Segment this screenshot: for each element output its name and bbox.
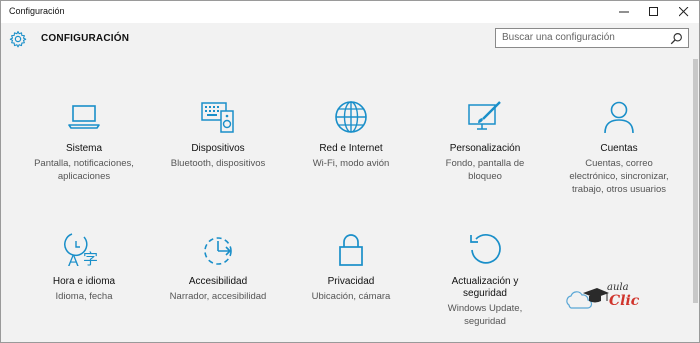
tile-desc: Bluetooth, dispositivos [170, 158, 266, 169]
scrollbar[interactable] [693, 59, 698, 303]
tile-cuentas[interactable]: Cuentas Cuentas, correo electrónico, sinc… [557, 97, 681, 196]
tile-red-internet[interactable]: Red e Internet Wi-Fi, modo avión [289, 97, 413, 170]
minimize-button[interactable] [609, 1, 639, 23]
page-title: CONFIGURACIÓN [41, 33, 130, 44]
tile-label: Dispositivos [191, 143, 245, 154]
tile-label: Personalización [449, 143, 521, 154]
settings-window: Configuración CONFIGURACIÓN Buscar una c… [0, 0, 700, 343]
logo-text-aula: aula [607, 282, 629, 293]
gear-icon [9, 30, 27, 48]
aulaclic-logo: aula Clic [563, 282, 647, 311]
laptop-icon [68, 105, 100, 129]
tile-label: Accesibilidad [188, 276, 248, 287]
search-icon[interactable] [670, 32, 683, 45]
window-title: Configuración [9, 6, 65, 16]
close-button[interactable] [669, 1, 699, 23]
svg-text:字: 字 [83, 250, 98, 268]
tile-desc: Ubicación, cámara [311, 291, 391, 302]
tile-personalizacion[interactable]: Personalización Fondo, pantalla de bloque… [423, 97, 547, 183]
tile-hora-idioma[interactable]: A 字 Hora e idioma Idioma, fecha [22, 230, 146, 303]
tile-desc: Narrador, accesibilidad [169, 291, 267, 302]
tile-label: Hora e idioma [52, 276, 116, 287]
minimize-icon [619, 11, 629, 13]
tile-label: Sistema [65, 143, 103, 154]
tile-label: Cuentas [600, 143, 638, 154]
cloud-cap-icon [566, 288, 609, 309]
user-icon [604, 101, 634, 134]
title-bar: Configuración [1, 1, 699, 23]
logo-text-clic: Clic [609, 293, 640, 309]
close-icon [679, 7, 689, 17]
search-input[interactable] [502, 32, 662, 43]
tile-label: Privacidad [327, 276, 375, 287]
tile-desc: Fondo, pantalla de bloqueo [445, 158, 525, 182]
refresh-icon [470, 234, 501, 264]
maximize-icon [649, 7, 658, 16]
globe-icon [335, 101, 367, 133]
lock-icon [339, 234, 363, 266]
tile-label: Actualización y seguridad [451, 276, 519, 299]
tile-dispositivos[interactable]: Dispositivos Bluetooth, dispositivos [156, 97, 280, 170]
svg-text:A: A [68, 253, 79, 270]
devices-icon [201, 102, 234, 133]
search-box[interactable] [495, 28, 689, 48]
time-language-icon: A 字 [64, 233, 98, 270]
tile-desc: Cuentas, correo electrónico, sincronizar,… [569, 158, 669, 195]
maximize-button[interactable] [639, 1, 669, 23]
tile-desc: Idioma, fecha [55, 291, 113, 302]
personalization-icon [468, 101, 501, 130]
tile-desc: Pantalla, notificaciones, aplicaciones [34, 158, 134, 182]
tile-accesibilidad[interactable]: Accesibilidad Narrador, accesibilidad [156, 230, 280, 303]
tile-privacidad[interactable]: Privacidad Ubicación, cámara [289, 230, 413, 303]
tile-desc: Windows Update, seguridad [447, 303, 523, 327]
tile-desc: Wi-Fi, modo avión [312, 158, 390, 169]
tile-label: Red e Internet [319, 143, 383, 154]
ease-of-access-icon [204, 237, 232, 265]
tile-sistema[interactable]: Sistema Pantalla, notificaciones, aplicac… [22, 97, 146, 183]
tile-actualizacion-seguridad[interactable]: Actualización y seguridad Windows Update,… [423, 230, 547, 328]
header: CONFIGURACIÓN [1, 23, 699, 57]
